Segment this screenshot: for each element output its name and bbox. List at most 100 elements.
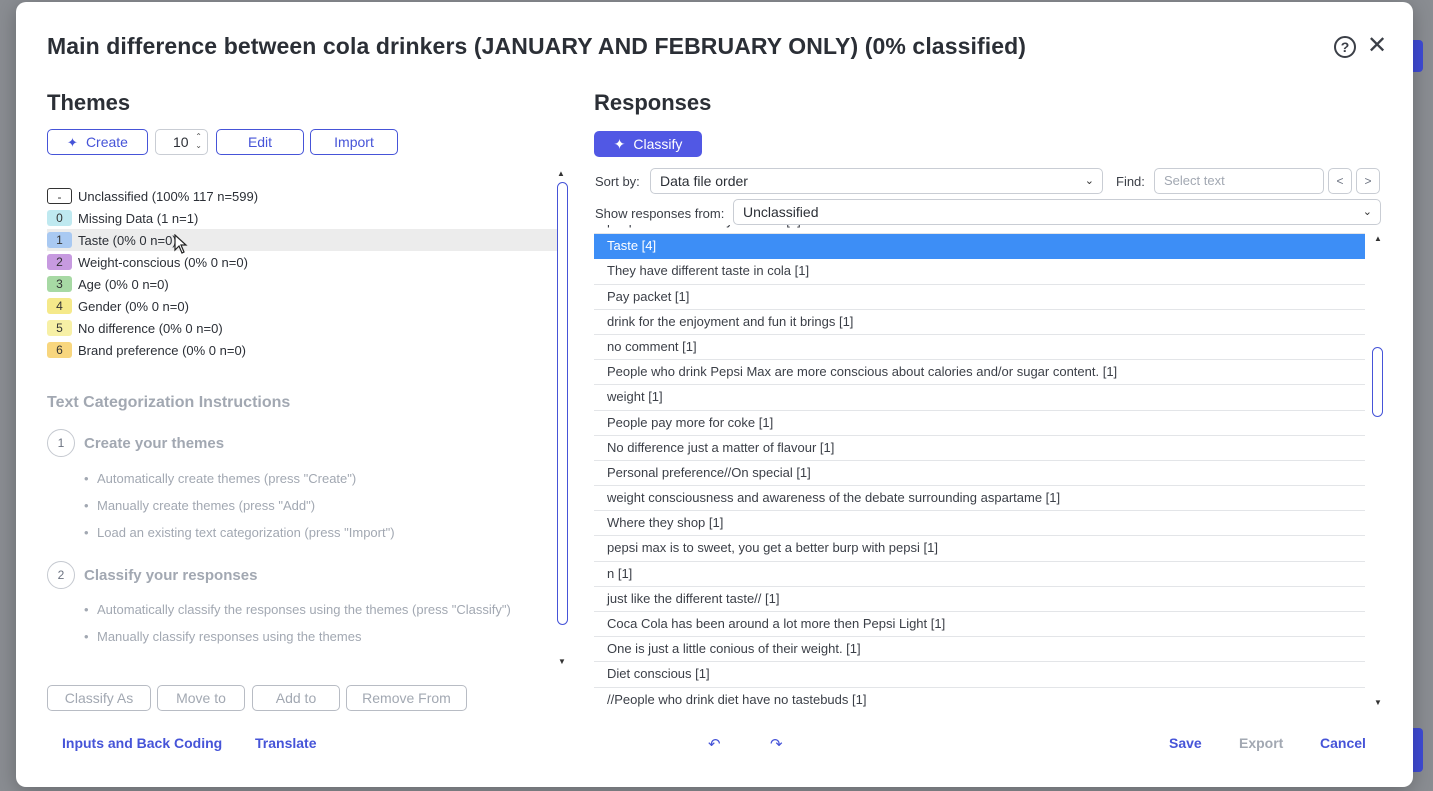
classify-button[interactable]: ✦ Classify — [594, 131, 702, 157]
response-row[interactable]: Diet conscious [1] — [594, 662, 1365, 688]
step-classify-responses: 2 Classify your responses — [47, 561, 257, 589]
theme-count-value: 10 — [173, 134, 189, 150]
theme-row-brand-preference[interactable]: 6 Brand preference (0% 0 n=0) — [47, 339, 557, 361]
theme-row-age[interactable]: 3 Age (0% 0 n=0) — [47, 273, 557, 295]
response-row[interactable]: One is just a little conious of their we… — [594, 637, 1365, 663]
response-row[interactable]: people who think they are cool [1] — [594, 225, 1365, 235]
save-button[interactable]: Save — [1169, 735, 1202, 751]
cancel-button[interactable]: Cancel — [1320, 735, 1366, 751]
step-number: 1 — [47, 429, 75, 457]
response-row[interactable]: Where they shop [1] — [594, 511, 1365, 537]
find-prev-button[interactable]: < — [1328, 168, 1352, 194]
response-row[interactable]: drink for the enjoyment and fun it bring… — [594, 310, 1365, 335]
import-button[interactable]: Import — [310, 129, 398, 155]
undo-icon[interactable]: ↶ — [708, 735, 721, 753]
sort-by-select[interactable]: Data file order ⌄ — [650, 168, 1103, 194]
text-categorization-dialog: Main difference between cola drinkers (J… — [16, 2, 1413, 787]
responses-list: people who think they are cool [1] Taste… — [594, 225, 1365, 711]
theme-code: 6 — [47, 342, 72, 358]
responses-heading: Responses — [594, 90, 712, 115]
instruction-bullet: Load an existing text categorization (pr… — [84, 525, 395, 540]
classify-as-button[interactable]: Classify As — [47, 685, 151, 711]
instruction-bullet: Automatically create themes (press "Crea… — [84, 471, 356, 486]
edit-button[interactable]: Edit — [216, 129, 304, 155]
response-row[interactable]: No difference just a matter of flavour [… — [594, 436, 1365, 461]
step-number: 2 — [47, 561, 75, 589]
show-responses-select[interactable]: Unclassified ⌄ — [733, 199, 1381, 225]
theme-label: Missing Data (1 n=1) — [78, 210, 199, 226]
step-create-themes: 1 Create your themes — [47, 429, 224, 457]
close-icon[interactable]: ✕ — [1366, 34, 1388, 58]
theme-code: 5 — [47, 320, 72, 336]
theme-row-unclassified[interactable]: - Unclassified (100% 117 n=599) — [47, 185, 557, 207]
response-row[interactable]: pepsi max is to sweet, you get a better … — [594, 536, 1365, 562]
theme-label: Brand preference (0% 0 n=0) — [78, 342, 247, 358]
response-row[interactable]: n [1] — [594, 562, 1365, 587]
chevron-down-icon: ⌄ — [1362, 206, 1372, 218]
step-title: Classify your responses — [84, 566, 258, 584]
scroll-up-icon[interactable]: ▲ — [557, 169, 565, 178]
response-row[interactable]: People who drink Pepsi Max are more cons… — [594, 360, 1365, 386]
show-responses-label: Show responses from: — [595, 206, 725, 221]
themes-scrollbar[interactable] — [557, 182, 568, 625]
theme-row-weight-conscious[interactable]: 2 Weight-conscious (0% 0 n=0) — [47, 251, 557, 273]
responses-scrollbar[interactable] — [1372, 347, 1383, 417]
response-row[interactable]: no comment [1] — [594, 335, 1365, 361]
export-button[interactable]: Export — [1239, 735, 1283, 751]
themes-heading: Themes — [47, 90, 131, 115]
theme-code: 1 — [47, 232, 72, 248]
response-row[interactable]: weight [1] — [594, 385, 1365, 411]
show-responses-value: Unclassified — [743, 204, 819, 220]
response-row[interactable]: Personal preference//On special [1] — [594, 461, 1365, 487]
response-row[interactable]: //People who drink diet have no tastebud… — [594, 688, 1365, 711]
redo-icon[interactable]: ↷ — [770, 735, 783, 753]
theme-row-missing-data[interactable]: 0 Missing Data (1 n=1) — [47, 207, 557, 229]
response-row[interactable]: Pay packet [1] — [594, 285, 1365, 310]
themes-list: - Unclassified (100% 117 n=599) 0 Missin… — [47, 185, 557, 361]
move-to-button[interactable]: Move to — [157, 685, 245, 711]
remove-from-button[interactable]: Remove From — [346, 685, 467, 711]
stepper-arrows-icon[interactable]: ⌃ ⌄ — [195, 132, 202, 150]
find-label: Find: — [1116, 174, 1145, 189]
scroll-up-icon[interactable]: ▲ — [1374, 234, 1382, 243]
theme-code: 0 — [47, 210, 72, 226]
find-input[interactable]: Select text — [1154, 168, 1324, 194]
theme-label: Taste (0% 0 n=0) — [78, 232, 177, 248]
response-row[interactable]: Coca Cola has been around a lot more the… — [594, 612, 1365, 638]
theme-row-gender[interactable]: 4 Gender (0% 0 n=0) — [47, 295, 557, 317]
instructions-heading: Text Categorization Instructions — [47, 394, 291, 411]
inputs-and-back-coding-link[interactable]: Inputs and Back Coding — [62, 735, 222, 751]
sparkle-icon: ✦ — [613, 136, 626, 152]
help-icon[interactable]: ? — [1334, 36, 1356, 58]
theme-code: 2 — [47, 254, 72, 270]
step-title: Create your themes — [84, 434, 225, 452]
dialog-title: Main difference between cola drinkers (J… — [47, 33, 1027, 59]
theme-row-taste[interactable]: 1 Taste (0% 0 n=0) — [47, 229, 557, 251]
response-row[interactable]: just like the different taste// [1] — [594, 587, 1365, 612]
sort-by-label: Sort by: — [595, 174, 640, 189]
instruction-bullet: Automatically classify the responses usi… — [84, 602, 511, 617]
scroll-down-icon[interactable]: ▼ — [1374, 698, 1382, 707]
response-row[interactable]: weight consciousness and awareness of th… — [594, 486, 1365, 512]
instruction-bullet: Manually create themes (press "Add") — [84, 498, 315, 513]
theme-label: Unclassified (100% 117 n=599) — [78, 188, 259, 204]
create-button[interactable]: ✦ Create — [47, 129, 148, 155]
theme-label: Gender (0% 0 n=0) — [78, 298, 189, 314]
scroll-down-icon[interactable]: ▼ — [558, 657, 566, 666]
chevron-down-icon: ⌄ — [1084, 175, 1094, 187]
theme-count-stepper[interactable]: 10 ⌃ ⌄ — [155, 129, 208, 155]
response-row[interactable]: They have different taste in cola [1] — [594, 259, 1365, 285]
theme-label: Age (0% 0 n=0) — [78, 276, 169, 292]
add-to-button[interactable]: Add to — [252, 685, 340, 711]
classify-label: Classify — [633, 136, 683, 152]
response-row-selected[interactable]: Taste [4] — [594, 234, 1365, 260]
translate-link[interactable]: Translate — [255, 735, 316, 751]
find-next-button[interactable]: > — [1356, 168, 1380, 194]
response-row[interactable]: People pay more for coke [1] — [594, 411, 1365, 436]
theme-label: No difference (0% 0 n=0) — [78, 320, 223, 336]
sort-by-value: Data file order — [660, 173, 748, 189]
theme-row-no-difference[interactable]: 5 No difference (0% 0 n=0) — [47, 317, 557, 339]
theme-code: 4 — [47, 298, 72, 314]
instructions-panel: Text Categorization Instructions 1 Creat… — [47, 394, 547, 644]
theme-label: Weight-conscious (0% 0 n=0) — [78, 254, 248, 270]
